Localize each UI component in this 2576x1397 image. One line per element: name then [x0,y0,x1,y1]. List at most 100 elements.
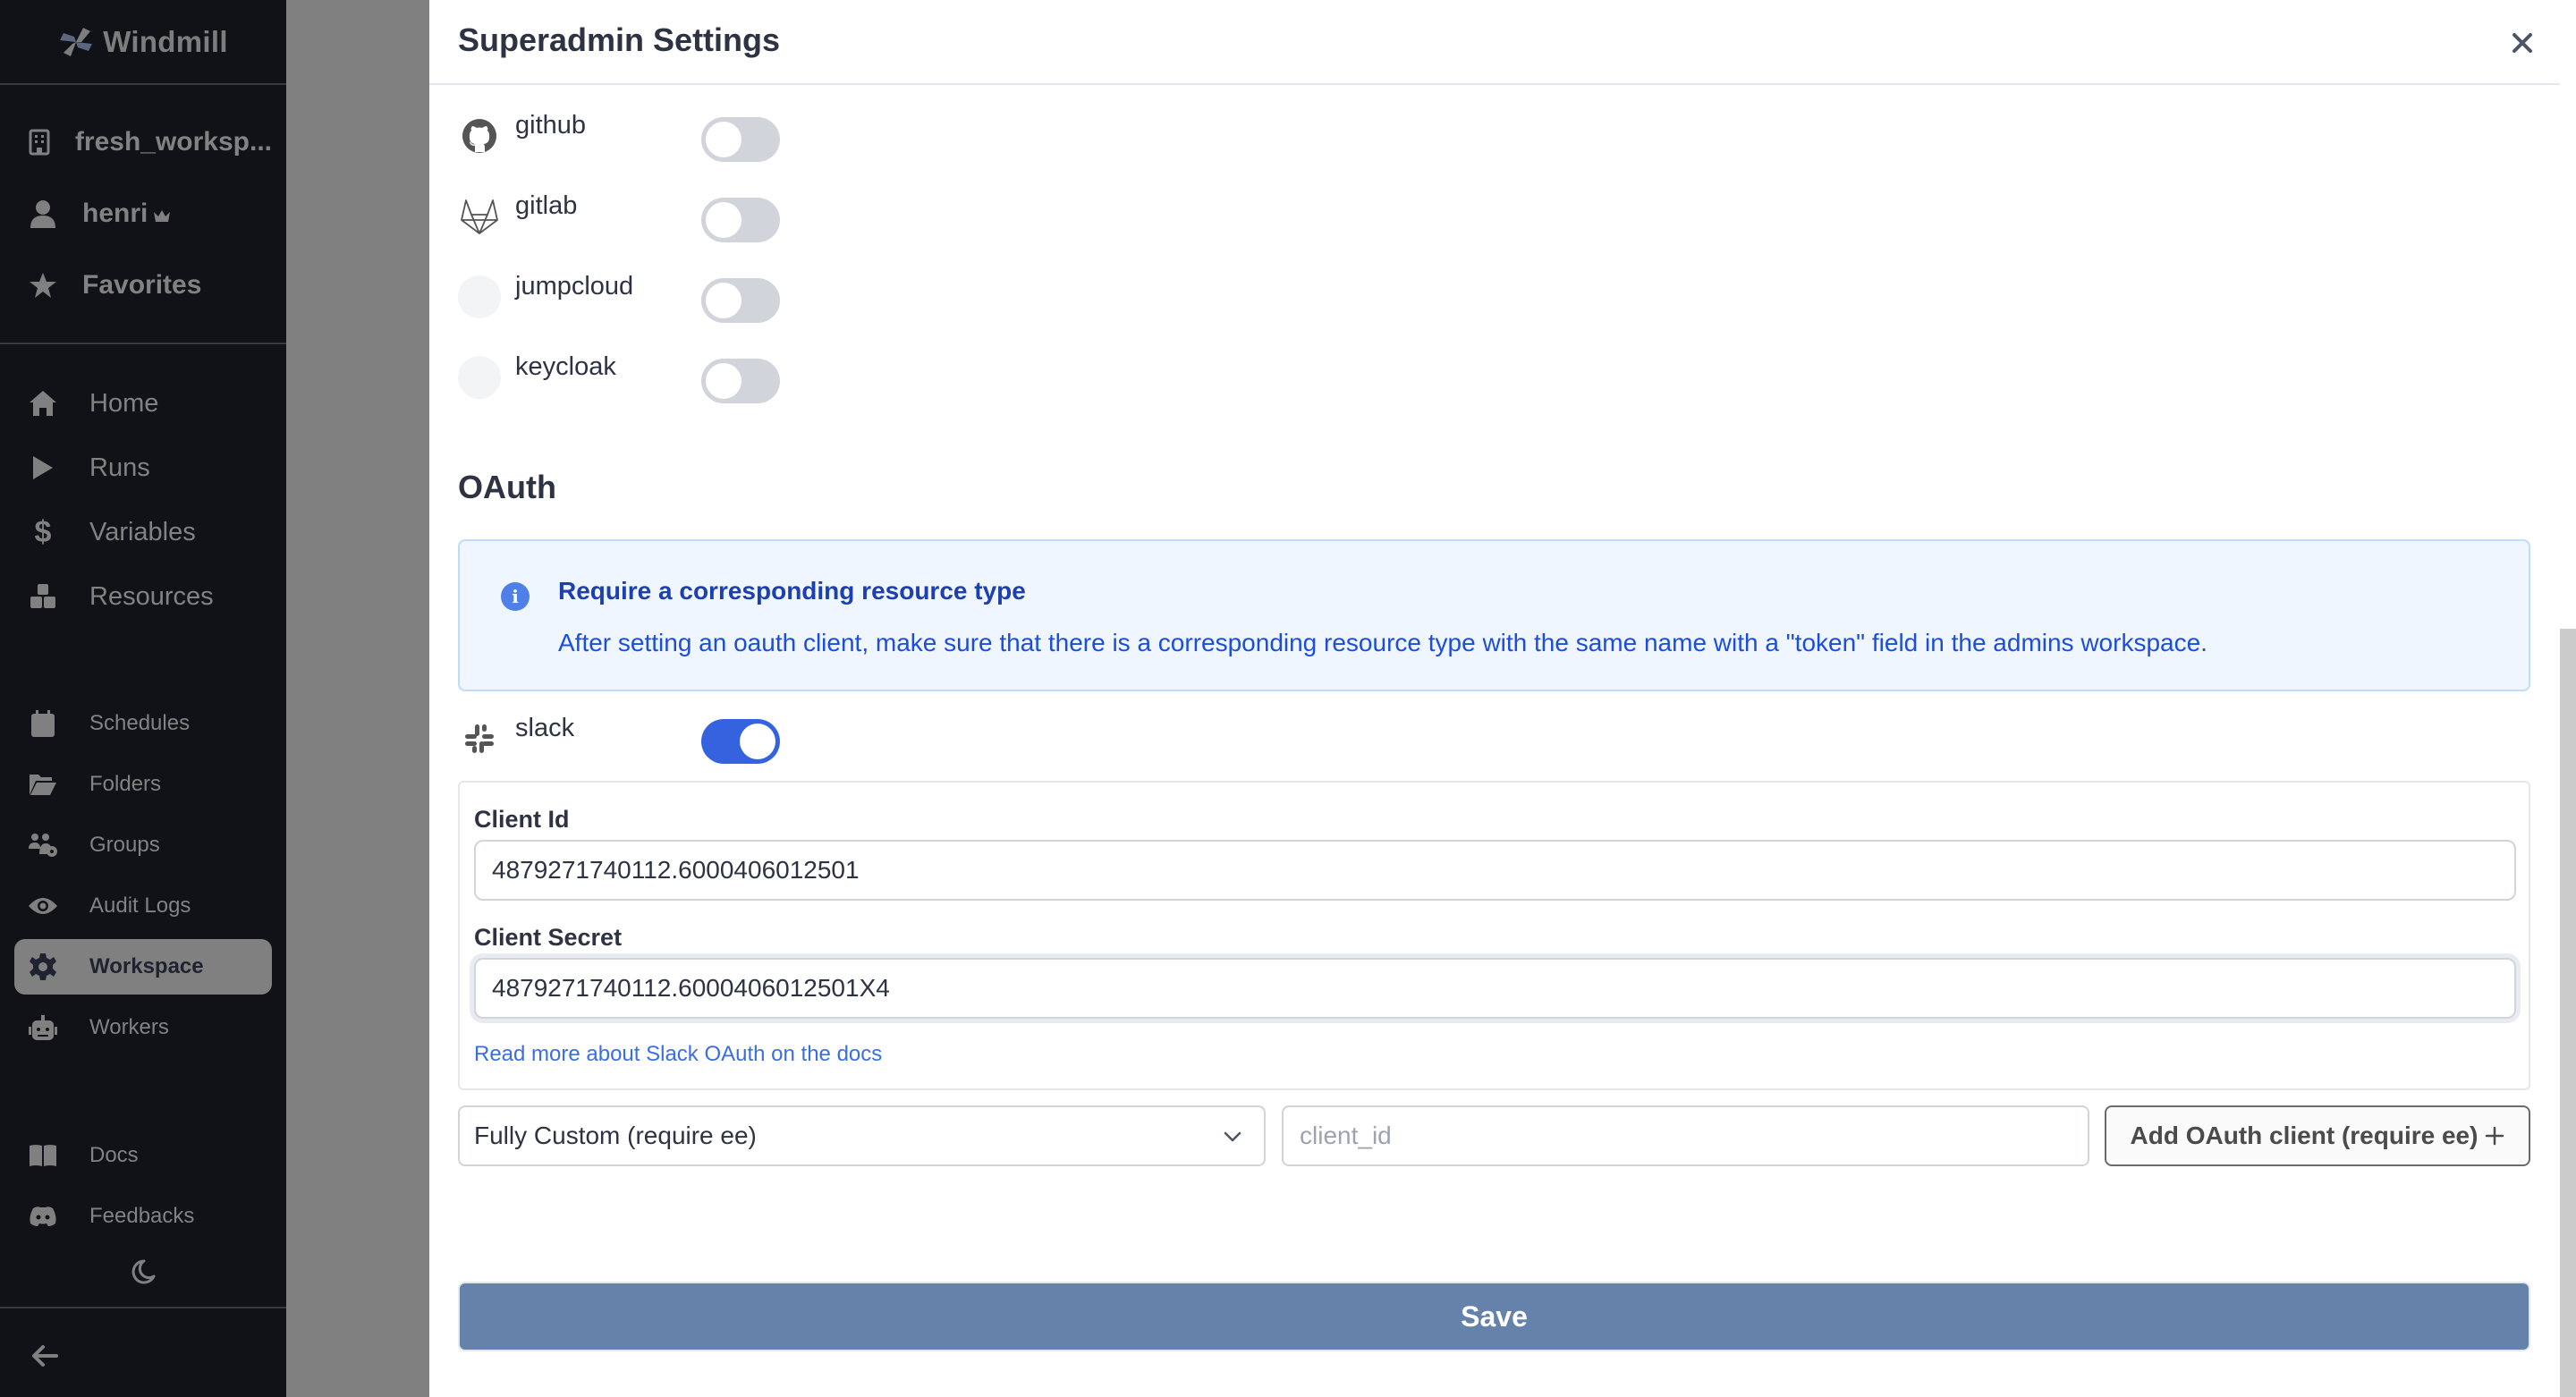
sidebar-item-label: Workers [89,1015,169,1039]
sidebar-item-label: Resources [89,581,214,611]
sidebar-item-label: Runs [89,453,150,482]
sidebar: Windmill fresh_worksp... henri Favorites… [0,0,286,1397]
gear-icon [14,952,72,981]
gitlab-icon [458,195,501,238]
provider-name: jumpcloud [515,272,634,301]
plus-icon [2486,1126,2504,1146]
star-icon [14,272,72,299]
arrow-left-icon [32,1345,58,1367]
client-id-input[interactable] [474,840,2516,901]
new-client-id-input[interactable] [1282,1105,2089,1166]
workspace-name: fresh_worksp... [74,127,272,157]
folder-open-icon [14,772,72,797]
sidebar-item-schedules[interactable]: Schedules [14,696,272,751]
windmill-logo-icon [60,27,93,56]
sidebar-item-label: Folders [89,772,162,796]
slack-oauth-card: Client Id Client Secret Read more about … [458,781,2530,1090]
play-icon [14,454,72,481]
gitlab-toggle[interactable] [701,198,780,242]
slack-toggle[interactable] [701,719,780,764]
sidebar-divider [0,1307,286,1308]
theme-toggle-button[interactable] [125,1254,161,1290]
sidebar-divider [0,343,286,344]
sidebar-item-groups[interactable]: Groups [14,817,272,873]
sidebar-item-label: Workspace [89,954,204,978]
client-secret-input[interactable] [474,958,2516,1019]
add-button-label: Add OAuth client (require ee) [2130,1122,2479,1149]
github-icon [458,114,501,157]
sidebar-item-favorites[interactable]: Favorites [14,258,272,313]
drawer-title: Superadmin Settings [458,21,781,58]
sidebar-item-feedbacks[interactable]: Feedbacks [14,1189,272,1244]
sidebar-item-docs[interactable]: Docs [14,1128,272,1183]
sidebar-item-label: Home [89,388,159,418]
collapse-sidebar-button[interactable] [27,1338,63,1374]
provider-name: gitlab [515,191,578,220]
drawer-header: Superadmin Settings [429,0,2576,85]
provider-name: keycloak [515,352,616,381]
save-button[interactable]: Save [458,1282,2530,1351]
workspace-switcher[interactable]: fresh_worksp... [14,114,272,170]
provider-row-keycloak: keycloak [458,351,616,404]
sidebar-item-audit-logs[interactable]: Audit Logs [14,878,272,934]
sidebar-item-runs[interactable]: Runs [14,440,272,495]
sidebar-item-label: Variables [89,517,196,546]
oauth-info-alert: i Require a corresponding resource type … [458,539,2530,691]
book-icon [14,1144,72,1167]
discord-icon [14,1206,72,1227]
sidebar-item-label: Feedbacks [89,1204,195,1228]
provider-name: github [515,111,587,140]
user-name: henri [82,199,148,228]
jumpcloud-toggle[interactable] [701,278,780,323]
cubes-icon [14,583,72,610]
brand-name: Windmill [103,24,228,58]
home-icon [14,390,72,417]
chevron-down-icon [1224,1131,1241,1142]
calendar-icon [14,709,72,738]
oauth-section-title: OAuth [458,469,556,505]
robot-icon [14,1014,72,1041]
provider-row-slack: slack [458,712,574,766]
sidebar-item-resources[interactable]: Resources [14,569,272,624]
sidebar-item-workspace[interactable]: Workspace [14,939,272,995]
sidebar-item-label: Docs [89,1143,139,1167]
user-icon [14,199,72,228]
sidebar-item-label: Audit Logs [89,893,191,918]
sidebar-item-workers[interactable]: Workers [14,1000,272,1055]
moon-icon [131,1259,156,1284]
slack-oauth-docs-link[interactable]: Read more about Slack OAuth on the docs [474,1042,882,1067]
provider-row-gitlab: gitlab [458,190,577,243]
superadmin-settings-drawer: Superadmin Settings github gitlab jumpcl… [429,0,2576,1397]
close-button[interactable] [2506,27,2538,59]
alert-title: Require a corresponding resource type [558,577,1026,605]
modal-backdrop[interactable] [286,0,429,1397]
add-oauth-client-button[interactable]: Add OAuth client (require ee) [2105,1105,2530,1166]
oauth-client-type-select[interactable]: Fully Custom (require ee) [458,1105,1266,1166]
keycloak-icon [458,356,501,399]
sidebar-item-label: Groups [89,833,160,857]
windmill-logo[interactable]: Windmill [0,0,286,85]
provider-row-github: github [458,109,586,163]
sidebar-item-label: Schedules [89,711,191,735]
client-secret-label: Client Secret [474,924,623,951]
client-id-label: Client Id [474,806,570,833]
crown-icon [153,208,171,227]
user-menu[interactable]: henri [14,186,272,241]
favorites-label: Favorites [82,270,202,300]
eye-icon [14,895,72,917]
dollar-icon: $ [34,514,52,549]
building-icon [14,129,64,156]
sidebar-item-home[interactable]: Home [14,376,272,431]
scrollbar-thumb[interactable] [2560,629,2576,1397]
info-icon: i [501,582,530,611]
github-toggle[interactable] [701,117,780,162]
keycloak-toggle[interactable] [701,359,780,403]
alert-body: After setting an oauth client, make sure… [558,629,2207,656]
provider-row-jumpcloud: jumpcloud [458,270,633,324]
select-value: Fully Custom (require ee) [474,1122,757,1149]
provider-name: slack [515,714,575,742]
close-icon [2512,33,2532,53]
jumpcloud-icon [458,275,501,318]
sidebar-item-variables[interactable]: $ Variables [14,504,272,560]
sidebar-item-folders[interactable]: Folders [14,757,272,812]
